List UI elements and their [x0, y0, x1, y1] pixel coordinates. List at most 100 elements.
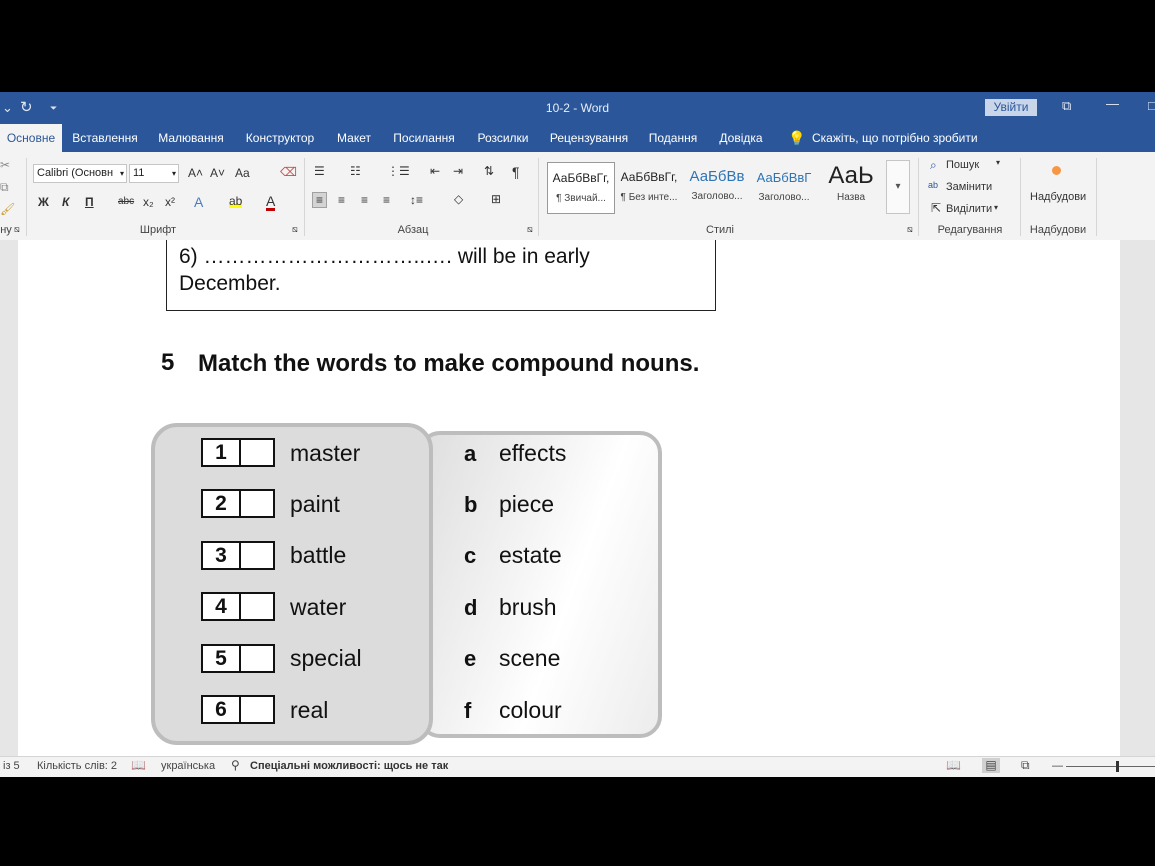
tab-insert[interactable]: Вставлення [68, 124, 142, 152]
bold-icon[interactable]: Ж [38, 195, 49, 209]
tab-design[interactable]: Конструктор [240, 124, 320, 152]
answer-box-5[interactable]: 5 [201, 644, 275, 673]
clipboard-launcher-icon[interactable]: ⧅ [14, 224, 20, 235]
tab-review[interactable]: Рецензування [546, 124, 632, 152]
answer-box-1[interactable]: 1 [201, 438, 275, 467]
clipboard-group-label: ну [0, 224, 12, 236]
item-number: 6 [203, 697, 241, 722]
borders-icon[interactable]: ⊞ [491, 192, 501, 206]
bullets-icon[interactable]: ☰ [314, 164, 325, 178]
change-case-icon[interactable]: Aa [235, 166, 250, 180]
align-center-icon[interactable]: ≡ [338, 193, 345, 207]
font-launcher-icon[interactable]: ⧅ [292, 224, 298, 235]
signin-button[interactable]: Увійти [985, 99, 1037, 116]
tab-help[interactable]: Довідка [714, 124, 768, 152]
editing-group-label: Редагування [937, 224, 1003, 236]
chevron-down-icon[interactable]: ▾ [996, 158, 1000, 167]
multilevel-list-icon[interactable]: ⋮☰ [387, 164, 410, 178]
addins-button[interactable]: Надбудови [1030, 191, 1086, 203]
tab-layout[interactable]: Макет [330, 124, 378, 152]
clear-formatting-icon[interactable]: ⌫ [280, 165, 297, 179]
cut-icon[interactable]: ✂ [0, 158, 10, 172]
replace-icon: ab [928, 180, 939, 190]
format-painter-icon[interactable]: 🖌 [0, 202, 15, 216]
tab-draw[interactable]: Малювання [152, 124, 230, 152]
answer-word: effects [499, 440, 567, 466]
ribbon-display-icon[interactable]: ⧉ [1062, 98, 1071, 114]
document-area: 6) …………………………..…. will be in early Decem… [0, 240, 1155, 756]
copy-icon[interactable]: ⧉ [0, 180, 9, 195]
web-layout-icon[interactable]: ⧉ [1021, 758, 1030, 773]
decrease-indent-icon[interactable]: ⇤ [430, 164, 440, 178]
sort-icon[interactable]: ⇅ [484, 164, 494, 178]
justify-icon[interactable]: ≡ [383, 193, 390, 207]
font-name-select[interactable]: Calibri (Основн ▾ [33, 164, 127, 183]
grow-font-icon[interactable]: A˄ [188, 166, 203, 180]
italic-icon[interactable]: К [62, 195, 69, 209]
font-color-icon[interactable]: A [266, 194, 276, 211]
styles-more-button[interactable]: ▾ [886, 160, 910, 214]
zoom-out-icon[interactable]: — [1052, 760, 1063, 772]
style-title[interactable]: АаЬ Назва [818, 162, 884, 212]
chevron-down-icon[interactable]: ▾ [994, 203, 998, 212]
item-number: 1 [203, 440, 241, 465]
find-button[interactable]: Пошук [946, 159, 979, 171]
text-effects-icon[interactable]: A [194, 194, 203, 210]
show-formatting-icon[interactable]: ¶ [512, 164, 520, 180]
read-mode-icon[interactable]: 📖 [946, 758, 961, 772]
zoom-slider[interactable] [1066, 766, 1155, 767]
style-sample: АаБбВвГг, [620, 170, 678, 184]
styles-launcher-icon[interactable]: ⧅ [907, 224, 913, 235]
superscript-icon[interactable]: x² [165, 195, 175, 209]
page-indicator[interactable]: із 5 [3, 760, 20, 772]
group-separator [918, 158, 919, 236]
paragraph-group-label: Абзац [397, 224, 429, 236]
font-size-select[interactable]: 11 ▾ [129, 164, 179, 183]
maximize-icon[interactable]: □ [1148, 98, 1155, 113]
subscript-icon[interactable]: x₂ [143, 195, 154, 209]
accessibility-status[interactable]: Спеціальні можливості: щось не так [250, 760, 448, 772]
print-layout-icon[interactable]: ▤ [982, 758, 1000, 773]
shrink-font-icon[interactable]: A˅ [210, 166, 225, 180]
document-page[interactable]: 6) …………………………..…. will be in early Decem… [18, 240, 1120, 756]
tab-home[interactable]: Основне [0, 124, 62, 152]
replace-button[interactable]: Замінити [946, 181, 992, 193]
increase-indent-icon[interactable]: ⇥ [453, 164, 463, 178]
paragraph-launcher-icon[interactable]: ⧅ [527, 224, 533, 235]
underline-icon[interactable]: П [85, 195, 94, 209]
font-size-value: 11 [133, 167, 145, 179]
answer-box-6[interactable]: 6 [201, 695, 275, 724]
numbering-icon[interactable]: ☷ [350, 164, 361, 178]
style-name: Заголово... [758, 192, 810, 203]
answer-box-2[interactable]: 2 [201, 489, 275, 518]
line-spacing-icon[interactable]: ↕≡ [410, 193, 423, 207]
word-count[interactable]: Кількість слів: 2 [37, 760, 117, 772]
align-left-icon[interactable]: ≡ [312, 192, 328, 208]
style-name: ¶ Звичай... [556, 193, 606, 204]
tab-references[interactable]: Посилання [388, 124, 460, 152]
shading-icon[interactable]: ◇ [454, 192, 463, 206]
style-normal[interactable]: АаБбВвГг, ¶ Звичай... [547, 162, 615, 214]
style-no-spacing[interactable]: АаБбВвГг, ¶ Без инте... [616, 162, 682, 212]
strikethrough-icon[interactable]: abc [118, 196, 134, 207]
style-heading-2[interactable]: АаБбВвГ Заголово... [751, 162, 817, 212]
answer-letter: f [464, 698, 472, 723]
proofing-icon[interactable]: 📖 [131, 758, 146, 772]
minimize-icon[interactable]: — [1106, 96, 1119, 111]
tab-mailings[interactable]: Розсилки [470, 124, 536, 152]
style-heading-1[interactable]: АаБбВв Заголово... [684, 162, 750, 212]
language-indicator[interactable]: українська [161, 760, 215, 772]
tab-view[interactable]: Подання [642, 124, 704, 152]
exercise-line: 6) …………………………..…. will be in early [179, 245, 590, 268]
item-number: 4 [203, 594, 241, 619]
select-button[interactable]: Виділити [946, 203, 992, 215]
tell-me-input[interactable]: Скажіть, що потрібно зробити [812, 131, 978, 145]
highlight-icon[interactable]: ab [229, 194, 243, 208]
vertical-scrollbar[interactable] [1138, 240, 1155, 756]
answer-box-4[interactable]: 4 [201, 592, 275, 621]
align-right-icon[interactable]: ≡ [361, 193, 368, 207]
answer-box-3[interactable]: 3 [201, 541, 275, 570]
answer-letter: b [464, 492, 478, 517]
search-icon: ⌕ [930, 158, 937, 172]
zoom-slider-thumb[interactable] [1116, 761, 1119, 772]
